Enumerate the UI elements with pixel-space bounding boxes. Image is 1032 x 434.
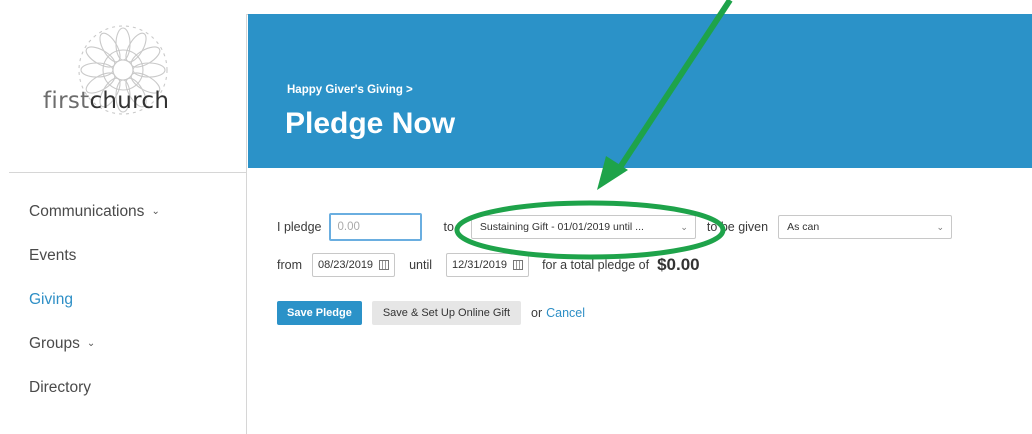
actions-row: Save Pledge Save & Set Up Online Gift or… [277, 301, 585, 325]
page-header: Happy Giver's Giving > Pledge Now [248, 14, 1032, 168]
chevron-down-icon: ⌄ [680, 222, 688, 232]
or-label: or [531, 306, 543, 320]
amount-input[interactable]: 0.00 [329, 213, 423, 241]
date-row: from 08/23/2019 until 12/31/2019 for a t… [277, 253, 700, 277]
sidebar-item-communications[interactable]: Communications ⌄ [9, 191, 246, 235]
start-date-value: 08/23/2019 [318, 259, 374, 271]
start-date-field[interactable]: 08/23/2019 [312, 253, 396, 277]
total-label: for a total pledge of [542, 258, 650, 272]
calendar-icon[interactable] [513, 260, 524, 270]
end-date-value: 12/31/2019 [452, 259, 508, 271]
sidebar-item-giving[interactable]: Giving [9, 279, 246, 323]
frequency-select-value: As can [787, 221, 820, 233]
pledge-row: I pledge 0.00 to Sustaining Gift - 01/01… [277, 213, 953, 241]
sidebar-item-label: Events [29, 247, 77, 264]
fund-select-value: Sustaining Gift - 01/01/2019 until ... [479, 221, 644, 233]
from-label: from [277, 258, 302, 272]
sidebar-item-groups[interactable]: Groups ⌄ [9, 323, 246, 367]
logo[interactable]: firstchurch [9, 14, 246, 173]
sidebar-item-label: Communications [29, 203, 145, 220]
end-date-field[interactable]: 12/31/2019 [446, 253, 530, 277]
sidebar-item-label: Directory [29, 379, 92, 396]
until-label: until [409, 258, 432, 272]
sidebar-nav: Communications ⌄ Events Giving Groups ⌄ Di… [9, 173, 246, 411]
sidebar-item-directory[interactable]: Directory [9, 367, 246, 411]
calendar-icon[interactable] [379, 260, 390, 270]
to-be-given-label: to be given [706, 220, 769, 234]
logo-wordmark: firstchurch [43, 88, 169, 114]
sidebar-item-label: Giving [29, 291, 73, 308]
sidebar-item-label: Groups [29, 335, 80, 352]
total-value: $0.00 [657, 255, 700, 274]
page-title: Pledge Now [285, 107, 456, 140]
logo-text-light: first [43, 88, 90, 114]
breadcrumb[interactable]: Happy Giver's Giving > [287, 84, 413, 96]
save-online-gift-button[interactable]: Save & Set Up Online Gift [371, 301, 521, 325]
pledge-label: I pledge [277, 220, 322, 234]
pledge-form: I pledge 0.00 to Sustaining Gift - 01/01… [248, 168, 1032, 434]
chevron-down-icon: ⌄ [86, 338, 96, 349]
chevron-down-icon: ⌄ [151, 206, 160, 217]
cancel-link[interactable]: Cancel [546, 306, 585, 320]
chevron-down-icon: ⌄ [936, 222, 945, 232]
save-pledge-button[interactable]: Save Pledge [277, 301, 362, 325]
logo-text-bold: church [89, 88, 170, 114]
fund-select[interactable]: Sustaining Gift - 01/01/2019 until ... ⌄ [470, 215, 696, 239]
frequency-select[interactable]: As can ⌄ [778, 215, 953, 239]
to-label: to [443, 220, 454, 234]
sidebar: firstchurch Communications ⌄ Events Givin… [9, 14, 247, 434]
sidebar-item-events[interactable]: Events [9, 235, 246, 279]
